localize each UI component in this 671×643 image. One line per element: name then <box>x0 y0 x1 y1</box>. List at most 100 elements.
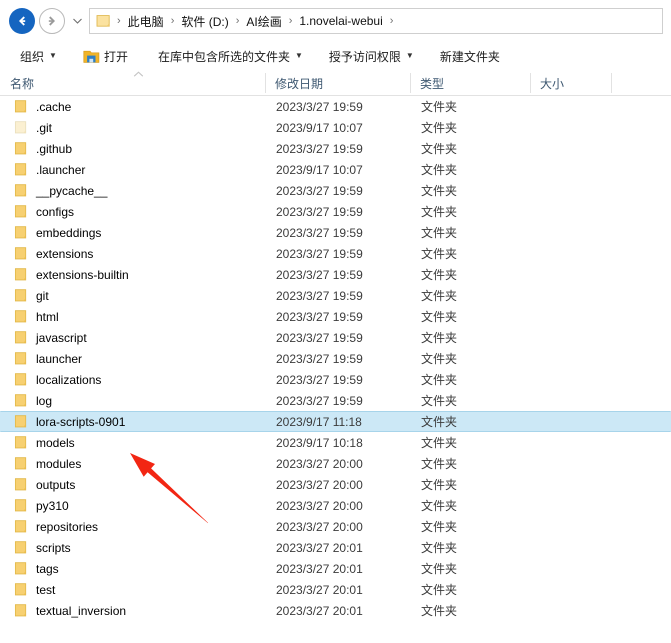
table-row[interactable]: extensions 2023/3/27 19:59 文件夹 <box>0 243 671 264</box>
toolbar-open-button[interactable]: 打开 <box>77 45 134 67</box>
file-list[interactable]: .cache 2023/3/27 19:59 文件夹 .git 2023/9/17 10… <box>0 96 671 622</box>
column-header-type-label: 类型 <box>420 76 445 91</box>
file-type-cell: 文件夹 <box>421 583 458 597</box>
file-date-cell: 2023/3/27 20:01 <box>276 603 363 618</box>
toolbar-include-in-library-button[interactable]: 在库中包含所选的文件夹 ▼ <box>152 45 309 67</box>
column-header-type[interactable]: 类型 <box>410 70 530 96</box>
file-type-cell: 文件夹 <box>421 541 458 555</box>
back-button[interactable] <box>9 8 35 34</box>
file-date-cell: 2023/3/27 19:59 <box>276 372 363 387</box>
table-row[interactable]: models 2023/9/17 10:18 文件夹 <box>0 432 671 453</box>
file-name-cell: py310 <box>14 495 69 516</box>
table-row[interactable]: .git 2023/9/17 10:07 文件夹 <box>0 117 671 138</box>
file-name-label: .github <box>36 141 73 156</box>
folder-icon <box>14 141 29 156</box>
file-date-cell: 2023/3/27 19:59 <box>276 288 363 303</box>
toolbar-new-folder-button[interactable]: 新建文件夹 <box>434 45 506 67</box>
file-type-cell: 文件夹 <box>421 373 458 387</box>
table-row[interactable]: .github 2023/3/27 19:59 文件夹 <box>0 138 671 159</box>
file-date-cell: 2023/3/27 20:00 <box>276 519 363 534</box>
table-row[interactable]: textual_inversion 2023/3/27 20:01 文件夹 <box>0 600 671 621</box>
column-header-size[interactable]: 大小 <box>530 70 611 96</box>
breadcrumb-separator: › <box>235 14 240 27</box>
table-row[interactable]: py310 2023/3/27 20:00 文件夹 <box>0 495 671 516</box>
table-row[interactable]: javascript 2023/3/27 19:59 文件夹 <box>0 327 671 348</box>
column-header-size-label: 大小 <box>540 76 565 91</box>
column-divider[interactable] <box>410 73 411 93</box>
breadcrumb-separator-trailing[interactable]: › <box>386 15 398 27</box>
file-type-cell: 文件夹 <box>421 121 458 135</box>
table-row[interactable]: outputs 2023/3/27 20:00 文件夹 <box>0 474 671 495</box>
file-date-cell: 2023/9/17 10:07 <box>276 162 363 177</box>
file-type-cell: 文件夹 <box>421 100 458 114</box>
file-type-cell: 文件夹 <box>421 604 458 618</box>
folder-icon <box>14 288 29 303</box>
column-divider[interactable] <box>611 73 612 93</box>
file-name-label: git <box>36 288 49 303</box>
toolbar-organize-button[interactable]: 组织 ▼ <box>14 45 63 67</box>
table-row[interactable]: git 2023/3/27 19:59 文件夹 <box>0 285 671 306</box>
folder-icon <box>14 477 29 492</box>
table-row[interactable]: test 2023/3/27 20:01 文件夹 <box>0 579 671 600</box>
table-row[interactable]: .launcher 2023/9/17 10:07 文件夹 <box>0 159 671 180</box>
table-row[interactable]: embeddings 2023/3/27 19:59 文件夹 <box>0 222 671 243</box>
file-date-cell: 2023/3/27 20:00 <box>276 498 363 513</box>
table-row[interactable]: localizations 2023/3/27 19:59 文件夹 <box>0 369 671 390</box>
table-row[interactable]: __pycache__ 2023/3/27 19:59 文件夹 <box>0 180 671 201</box>
command-toolbar: 组织 ▼ 打开 在库中包含所选的文件夹 ▼ 授予访问权限 ▼ 新建文件夹 <box>0 42 671 70</box>
file-type-cell: 文件夹 <box>421 247 458 261</box>
column-header-name[interactable]: 名称 <box>0 70 265 96</box>
file-name-label: test <box>36 582 56 597</box>
column-header-name-label: 名称 <box>10 76 35 91</box>
chevron-down-icon: ▼ <box>49 51 57 60</box>
table-row[interactable]: launcher 2023/3/27 19:59 文件夹 <box>0 348 671 369</box>
file-name-label: configs <box>36 204 75 219</box>
file-name-label: .git <box>36 120 53 135</box>
toolbar-grant-access-button[interactable]: 授予访问权限 ▼ <box>323 45 420 67</box>
table-row[interactable]: html 2023/3/27 19:59 文件夹 <box>0 306 671 327</box>
file-name-label: repositories <box>36 519 99 534</box>
breadcrumb-item-drive-d[interactable]: 软件 (D:) <box>178 11 231 32</box>
table-row[interactable] <box>0 621 671 622</box>
table-row[interactable]: log 2023/3/27 19:59 文件夹 <box>0 390 671 411</box>
table-row[interactable]: extensions-builtin 2023/3/27 19:59 文件夹 <box>0 264 671 285</box>
folder-icon <box>14 351 29 366</box>
file-name-cell: embeddings <box>14 222 101 243</box>
file-name-cell: .launcher <box>14 159 85 180</box>
forward-button[interactable] <box>39 8 65 34</box>
folder-icon <box>14 414 29 429</box>
file-name-cell: git <box>14 285 49 306</box>
column-header-date-modified[interactable]: 修改日期 <box>265 70 410 96</box>
toolbar-new-folder-label: 新建文件夹 <box>439 49 500 64</box>
table-row[interactable]: modules 2023/3/27 20:00 文件夹 <box>0 453 671 474</box>
breadcrumb-item-novelai-webui[interactable]: 1.novelai-webui <box>296 12 385 30</box>
table-row[interactable]: repositories 2023/3/27 20:00 文件夹 <box>0 516 671 537</box>
address-bar[interactable]: › 此电脑 › 软件 (D:) › AI绘画 › 1.novelai-webui… <box>89 8 663 34</box>
breadcrumb-item-this-pc[interactable]: 此电脑 <box>125 11 167 32</box>
file-name-label: localizations <box>36 372 102 387</box>
file-type-cell: 文件夹 <box>421 457 458 471</box>
folder-icon <box>96 14 111 28</box>
file-date-cell: 2023/3/27 19:59 <box>276 141 363 156</box>
folder-icon <box>14 435 29 450</box>
recent-locations-button[interactable] <box>69 8 85 34</box>
table-row[interactable]: lora-scripts-0901 2023/9/17 11:18 文件夹 <box>0 411 671 432</box>
table-row[interactable]: .cache 2023/3/27 19:59 文件夹 <box>0 96 671 117</box>
table-row[interactable]: scripts 2023/3/27 20:01 文件夹 <box>0 537 671 558</box>
file-name-cell: textual_inversion <box>14 600 126 621</box>
file-date-cell: 2023/3/27 20:01 <box>276 582 363 597</box>
table-row[interactable]: configs 2023/3/27 19:59 文件夹 <box>0 201 671 222</box>
folder-icon <box>14 582 29 597</box>
file-date-cell: 2023/3/27 19:59 <box>276 183 363 198</box>
table-row[interactable]: tags 2023/3/27 20:01 文件夹 <box>0 558 671 579</box>
column-divider[interactable] <box>530 73 531 93</box>
file-type-cell: 文件夹 <box>421 226 458 240</box>
chevron-down-icon: ▼ <box>405 51 414 60</box>
file-name-label: extensions <box>36 246 94 261</box>
column-divider[interactable] <box>265 73 266 93</box>
breadcrumb-item-ai-drawing[interactable]: AI绘画 <box>243 11 284 32</box>
file-date-cell: 2023/3/27 19:59 <box>276 225 363 240</box>
file-name-cell: .github <box>14 138 72 159</box>
folder-icon <box>14 498 29 513</box>
file-date-cell: 2023/3/27 19:59 <box>276 99 363 114</box>
